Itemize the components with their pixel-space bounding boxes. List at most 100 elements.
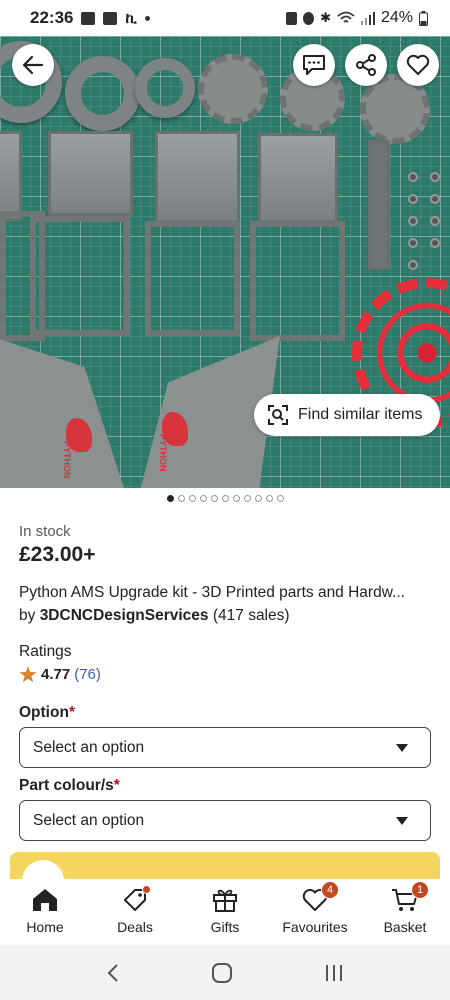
system-recents-icon[interactable] — [324, 963, 344, 983]
home-icon — [33, 889, 57, 911]
feeder-tray-part — [48, 131, 133, 216]
deals-indicator-dot — [142, 885, 151, 894]
nav-basket[interactable]: 1 Basket — [360, 881, 450, 935]
bluetooth-icon: ✱ — [320, 10, 331, 25]
signal-icon — [360, 11, 375, 25]
spool-ring-part — [135, 58, 195, 118]
option-select-value: Select an option — [33, 738, 145, 756]
bottom-navigation: Home Deals Gifts 4 Favourites 1 Basket — [0, 879, 450, 945]
chevron-down-icon — [396, 816, 408, 825]
option-label-text: Option — [19, 704, 69, 721]
find-similar-button[interactable]: Find similar items — [254, 394, 440, 436]
chevron-down-icon — [396, 743, 408, 752]
part-colour-select[interactable]: Select an option — [19, 800, 431, 841]
youtube-icon — [103, 11, 118, 25]
ratings-label: Ratings — [19, 643, 72, 660]
nav-basket-label: Basket — [383, 919, 427, 935]
nav-home[interactable]: Home — [0, 887, 90, 935]
nav-gifts[interactable]: Gifts — [180, 887, 270, 935]
favourite-button[interactable] — [397, 44, 439, 86]
system-home-icon[interactable] — [211, 962, 233, 984]
carousel-dot[interactable] — [254, 495, 262, 502]
app-icon: ኪ — [125, 9, 137, 27]
feeder-tray-part — [0, 131, 22, 221]
frame-part — [30, 216, 130, 336]
carousel-dot[interactable] — [243, 495, 251, 502]
part-colour-label: Part colour/s* — [19, 777, 120, 795]
favourites-badge: 4 — [321, 881, 339, 899]
rail-part — [368, 140, 390, 270]
nav-home-label: Home — [26, 919, 64, 935]
carousel-dot[interactable] — [210, 495, 218, 502]
nav-deals-label: Deals — [117, 919, 153, 935]
required-marker: * — [68, 704, 75, 721]
carousel-dot[interactable] — [276, 495, 284, 502]
battery-percent: 24% — [380, 9, 413, 26]
rating-count-link[interactable]: (76) — [74, 666, 101, 683]
screw-part — [430, 238, 440, 248]
stock-status: In stock — [19, 523, 71, 540]
part-colour-label-text: Part colour/s — [19, 777, 114, 794]
basket-badge: 1 — [411, 881, 429, 899]
carousel-dot[interactable] — [265, 495, 273, 502]
status-time: 22:36 — [30, 8, 74, 27]
carousel-dot[interactable] — [188, 495, 196, 502]
screw-part — [408, 194, 418, 204]
rating-score: 4.77 — [41, 666, 71, 683]
arrow-left-icon — [22, 55, 44, 75]
spool-ring-part — [65, 56, 140, 131]
listing-title[interactable]: Python AMS Upgrade kit - 3D Printed part… — [19, 584, 439, 602]
share-button[interactable] — [345, 44, 387, 86]
gear-part — [198, 54, 268, 124]
screw-part — [408, 238, 418, 248]
option-label: Option* — [19, 704, 75, 722]
wifi-icon — [337, 11, 355, 23]
nav-favourites-label: Favourites — [282, 919, 348, 935]
nav-favourites[interactable]: 4 Favourites — [270, 881, 360, 935]
system-back-icon[interactable] — [106, 963, 120, 983]
notification-dot-icon — [144, 15, 150, 21]
heart-icon — [406, 54, 430, 75]
screw-part — [430, 194, 440, 204]
price: £23.00+ — [19, 543, 96, 566]
option-select[interactable]: Select an option — [19, 727, 431, 768]
rating-summary[interactable]: 4.77 (76) — [19, 666, 101, 683]
screw-part — [408, 260, 418, 270]
frame-part — [145, 221, 240, 336]
status-bar: 22:36 ኪ ✱ 24% — [0, 0, 450, 36]
carousel-pagination[interactable] — [0, 495, 450, 502]
gift-icon — [213, 889, 237, 912]
nav-deals[interactable]: Deals — [90, 885, 180, 935]
share-icon — [356, 54, 376, 76]
feeder-tray-part — [258, 133, 338, 223]
feeder-tray-part — [155, 131, 240, 223]
carousel-dot[interactable] — [177, 495, 185, 502]
by-prefix: by — [19, 607, 36, 624]
star-icon — [19, 666, 37, 683]
frame-part — [250, 221, 345, 341]
screw-part — [408, 216, 418, 226]
nav-gifts-label: Gifts — [210, 919, 240, 935]
sales-count: (417 sales) — [212, 607, 290, 624]
python-engraving-text: PYTHON — [158, 434, 168, 472]
find-similar-label: Find similar items — [298, 406, 423, 423]
gallery-icon — [81, 11, 96, 25]
part-colour-select-value: Select an option — [33, 811, 145, 829]
chat-icon — [303, 55, 325, 75]
product-image-carousel[interactable]: PYTHON PYTHON Find similar items — [0, 36, 450, 488]
system-navigation-bar — [0, 945, 450, 1000]
screw-part — [430, 216, 440, 226]
clock-icon — [303, 11, 315, 25]
carousel-dot[interactable] — [166, 495, 174, 502]
carousel-dot[interactable] — [199, 495, 207, 502]
shop-name-link[interactable]: 3DCNCDesignServices — [40, 607, 209, 624]
python-engraving-text: PYTHON — [62, 441, 72, 479]
carousel-dot[interactable] — [221, 495, 229, 502]
carousel-dot[interactable] — [232, 495, 240, 502]
back-button[interactable] — [12, 44, 54, 86]
shop-byline: by 3DCNCDesignServices (417 sales) — [19, 607, 290, 625]
alarm-icon — [286, 11, 298, 25]
message-seller-button[interactable] — [293, 44, 335, 86]
screw-part — [430, 172, 440, 182]
screw-part — [408, 172, 418, 182]
